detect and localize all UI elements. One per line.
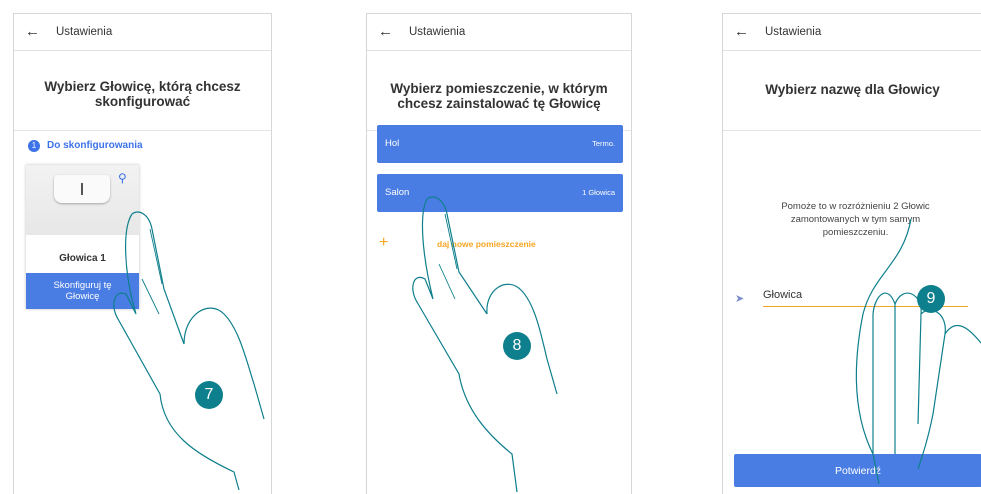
header-title: Ustawienia [765, 26, 822, 38]
app-header: ← Ustawienia [14, 14, 271, 51]
room-name: Hol [385, 138, 400, 149]
page-title-line2: chcesz zainstalować tę Głowicę [397, 96, 601, 111]
back-arrow-icon[interactable]: ← [734, 23, 749, 40]
hint-line1: Pomoże to w rozróżnieniu 2 Głowic [781, 201, 930, 212]
screen-select-head: ← Ustawienia Wybierz Głowicę, którą chce… [13, 13, 272, 494]
header-title: Ustawienia [56, 26, 113, 38]
room-name: Salon [385, 187, 410, 198]
app-header: ← Ustawienia [723, 14, 981, 51]
plus-icon[interactable]: + [379, 234, 388, 252]
page-title-line1: Wybierz pomieszczenie, w którym [390, 81, 608, 96]
device-name: Głowica 1 [59, 253, 106, 264]
room-item-salon[interactable]: Salon 1 Głowica [377, 174, 623, 212]
hint-line2: zamontowanych w tym samym [790, 214, 921, 225]
configure-button-line1: Skonfiguruj tę [53, 280, 112, 291]
device-card[interactable]: ⚲ Głowica 1 Skonfiguruj tę Głowicę [26, 165, 139, 309]
step-badge: 8 [503, 332, 531, 360]
configure-head-button[interactable]: Skonfiguruj tę Głowicę [26, 273, 139, 309]
page-title-box: Wybierz nazwę dla Głowicy [723, 51, 981, 131]
page-title-box: Wybierz pomieszczenie, w którym chcesz z… [367, 51, 631, 131]
page-title-box: Wybierz Głowicę, którą chcesz skonfiguro… [14, 51, 271, 131]
room-item-hol[interactable]: Hol Termo. [377, 125, 623, 163]
hint-text: Pomoże to w rozróżnieniu 2 Głowic zamont… [753, 200, 958, 239]
back-arrow-icon[interactable]: ← [378, 23, 393, 40]
section-number-badge: 1 [28, 140, 40, 152]
confirm-button[interactable]: Potwierdź [734, 454, 981, 487]
screen-select-room: ← Ustawienia Wybierz pomieszczenie, w kt… [366, 13, 632, 494]
tag-icon: ➤ [735, 293, 745, 305]
header-title: Ustawienia [409, 26, 466, 38]
back-arrow-icon[interactable]: ← [25, 23, 40, 40]
hint-line3: pomieszczeniu. [822, 227, 889, 238]
add-room-link[interactable]: daj nowe pomieszczenie [437, 239, 536, 249]
page-title-line1: Wybierz Głowicę, którą chcesz [44, 79, 241, 94]
room-meta: Termo. [592, 139, 615, 148]
app-header: ← Ustawienia [367, 14, 631, 51]
screen-name-head: ← Ustawienia Wybierz nazwę dla Głowicy P… [722, 13, 981, 494]
thermostatic-head-icon [54, 175, 110, 203]
page-title: Wybierz nazwę dla Głowicy [765, 82, 940, 97]
step-badge: 7 [195, 381, 223, 409]
configure-button-line2: Głowicę [65, 291, 100, 302]
page-title-line2: skonfigurować [94, 94, 191, 109]
room-meta: 1 Głowica [582, 188, 615, 197]
section-label: Do skonfigurowania [47, 140, 143, 151]
step-badge: 9 [917, 285, 945, 313]
light-bulb-icon[interactable]: ⚲ [118, 171, 127, 185]
